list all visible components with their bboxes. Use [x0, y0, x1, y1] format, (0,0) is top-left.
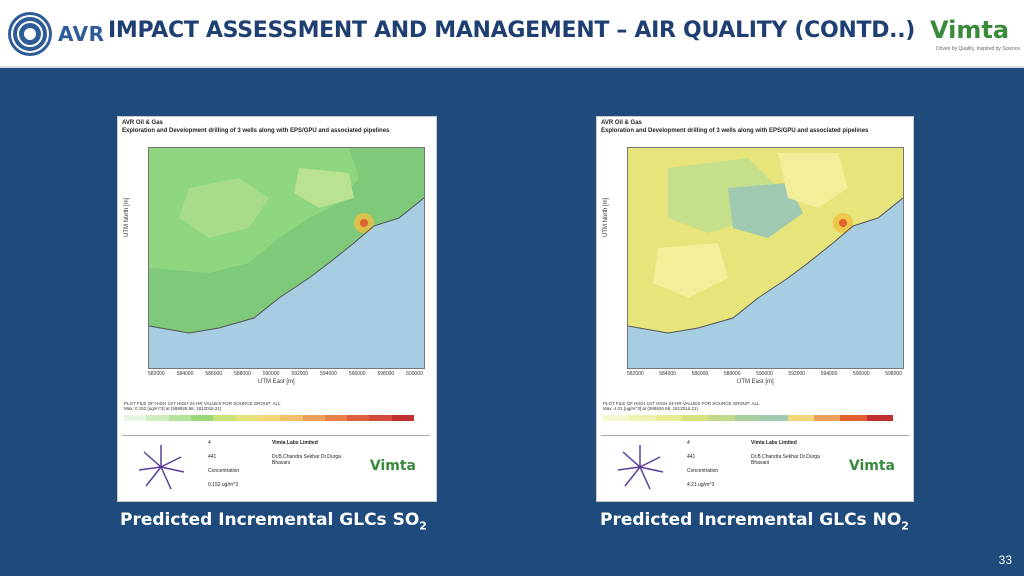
sources-value: 4: [208, 440, 211, 446]
x-tick: 596000: [348, 371, 366, 377]
vimta-small-logo: Vimta: [848, 458, 895, 474]
page-number: 33: [998, 553, 1012, 567]
slide-header: AVR IMPACT ASSESSMENT AND MANAGEMENT – A…: [0, 0, 1024, 68]
caption-text: Predicted Incremental GLCs SO: [120, 510, 420, 530]
x-tick: 594000: [820, 371, 838, 377]
x-tick: 598000: [377, 371, 395, 377]
vimta-tagline: Driven by Quality, Inspired by Science: [936, 46, 1021, 52]
caption-subscript: 2: [901, 519, 909, 533]
vimta-logo: Vimta Driven by Quality, Inspired by Sci…: [930, 14, 1021, 58]
x-tick: 592000: [788, 371, 806, 377]
info-block: 4 441 Concentration 4.21 ug/m^3 Vimta La…: [601, 435, 909, 500]
y-axis-label: UTM North [m]: [124, 197, 130, 237]
company-name: Vimta Labs Limited: [272, 440, 318, 446]
map-header: AVR Oil & Gas Exploration and Developmen…: [601, 120, 901, 136]
x-tick: 590000: [756, 371, 773, 377]
x-tick: 586000: [691, 371, 709, 377]
x-ticks: 582000 584000 586000 588000 590000 59200…: [627, 371, 902, 377]
x-tick: 588000: [723, 371, 741, 377]
wind-rose-icon: [138, 445, 185, 490]
x-tick: 594000: [320, 371, 337, 377]
x-tick: 596000: [852, 371, 870, 377]
legend: PLOT FILE OF HIGH 1ST HIGH 24-HR VALUES …: [603, 401, 903, 437]
caption-text: Predicted Incremental GLCs NO: [600, 510, 902, 530]
modeler-name: Dr.B.Chandra Sekhar Dr.Durga Bhavani: [272, 454, 341, 466]
sources-value: 4: [687, 440, 690, 446]
vimta-logo-text: Vimta: [930, 16, 1010, 44]
contour-map: [627, 147, 904, 369]
modeler-name: Dr.B.Chandra Sekhar Dr.Durga Bhavani: [751, 454, 820, 466]
wind-rose-icon: [617, 445, 664, 490]
x-ticks: 582000 584000 586000 588000 590000 59200…: [148, 371, 423, 377]
vimta-small-logo: Vimta: [369, 458, 416, 474]
slide-title: IMPACT ASSESSMENT AND MANAGEMENT – AIR Q…: [108, 18, 916, 43]
legend-color-scale: [603, 415, 893, 421]
legend-max: Max: 0.152 [ug/m^3] at (589926.58, 18120…: [124, 406, 222, 411]
output-type: Concentration: [687, 468, 719, 474]
max-value: 4.21 ug/m^3: [687, 482, 715, 488]
info-block: 4 441 Concentration 0.152 ug/m^3 Vimta L…: [122, 435, 430, 500]
so2-caption: Predicted Incremental GLCs SO2: [120, 510, 427, 532]
no2-map-panel: AVR Oil & Gas Exploration and Developmen…: [596, 116, 914, 502]
avr-logo-text: AVR: [58, 22, 105, 46]
so2-map-panel: AVR Oil & Gas Exploration and Developmen…: [117, 116, 437, 502]
x-tick: 584000: [659, 371, 676, 377]
project-subtitle: Exploration and Development drilling of …: [122, 128, 390, 134]
legend: PLOT FILE OF HIGH 1ST HIGH 24-HR VALUES …: [124, 401, 424, 437]
x-tick: 582000: [148, 371, 165, 377]
x-tick: 598000: [885, 371, 902, 377]
company-name: Vimta Labs Limited: [751, 440, 797, 446]
max-value: 0.152 ug/m^3: [208, 482, 239, 488]
project-subtitle: Exploration and Development drilling of …: [601, 128, 869, 134]
x-tick: 584000: [176, 371, 194, 377]
x-tick: 590000: [262, 371, 280, 377]
project-title: AVR Oil & Gas: [601, 120, 642, 126]
output-type: Concentration: [208, 468, 240, 474]
x-tick: 600000: [406, 371, 423, 377]
receptors-value: 441: [687, 454, 696, 460]
x-tick: 592000: [291, 371, 309, 377]
caption-subscript: 2: [419, 519, 427, 533]
contour-map: [148, 147, 425, 369]
map-header: AVR Oil & Gas Exploration and Developmen…: [122, 120, 422, 136]
x-axis-label: UTM East [m]: [258, 379, 295, 385]
legend-max: Max: 4.21 [ug/m^3] at (589926.58, 181201…: [603, 406, 698, 411]
avr-logo: AVR: [8, 12, 108, 56]
x-axis-label: UTM East [m]: [737, 379, 774, 385]
x-tick: 588000: [234, 371, 251, 377]
x-tick: 586000: [205, 371, 223, 377]
avr-emblem-icon: [8, 12, 52, 56]
legend-color-scale: [124, 415, 415, 421]
y-axis-label: UTM North [m]: [603, 197, 609, 237]
receptors-value: 441: [208, 454, 217, 460]
no2-caption: Predicted Incremental GLCs NO2: [600, 510, 909, 532]
project-title: AVR Oil & Gas: [122, 120, 163, 126]
x-tick: 582000: [627, 371, 644, 377]
